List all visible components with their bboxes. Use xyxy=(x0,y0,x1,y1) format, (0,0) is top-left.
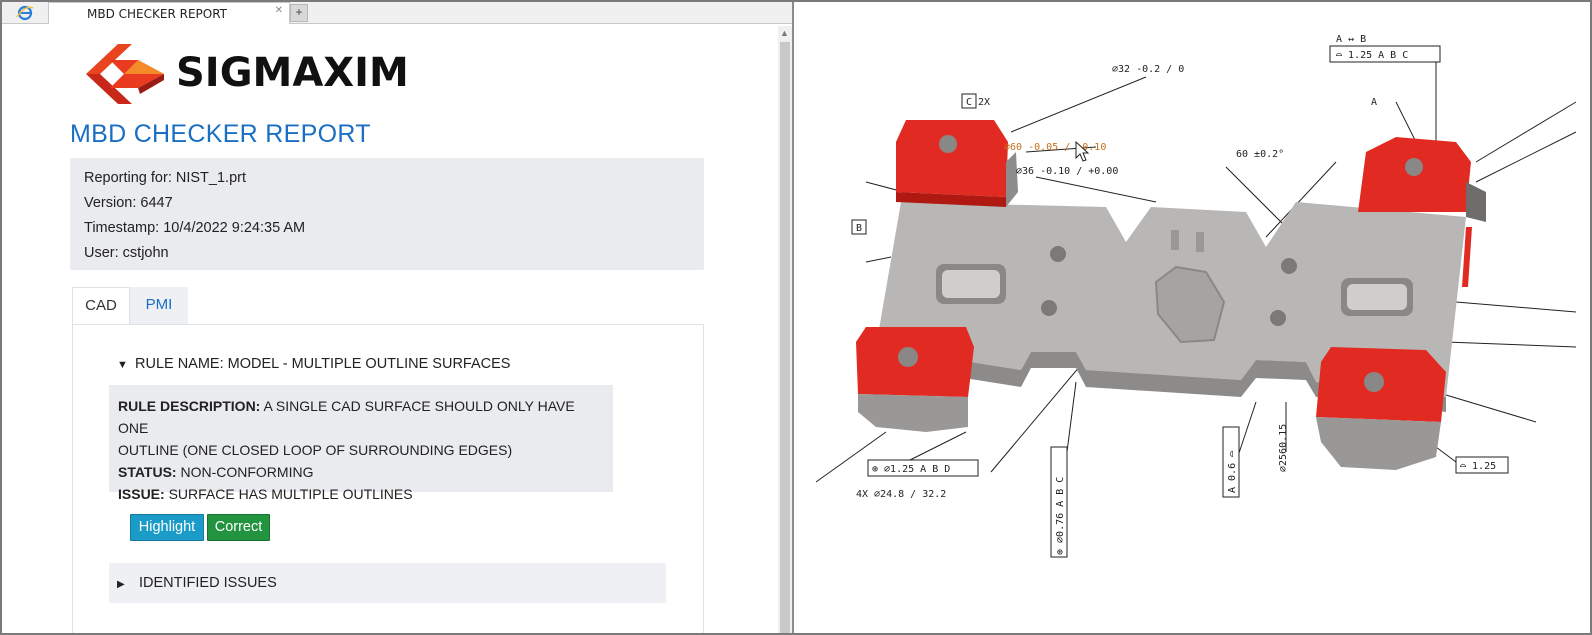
close-tab-icon[interactable]: ✕ xyxy=(275,5,283,16)
report-tabs: CAD PMI xyxy=(72,287,704,325)
annotation-dim-a-b: A ↔ B xyxy=(1336,34,1366,45)
vertical-scrollbar[interactable]: ▲ xyxy=(778,26,792,633)
annotation-dim-32: ∅32 -0.2 / 0 xyxy=(1112,64,1184,75)
rule-description-continued: OUTLINE (ONE CLOSED LOOP OF SURROUNDING … xyxy=(118,442,513,458)
annotation-frame-left: ⊕ ∅1.25 A B D xyxy=(872,464,950,475)
rule-toggle[interactable]: ▼ RULE NAME: MODEL - MULTIPLE OUTLINE SUR… xyxy=(117,356,510,372)
report-browser-pane: MBD CHECKER REPORT ✕ + SIGMAXIM MBD CHEC… xyxy=(2,2,794,633)
annotation-dim-60: 60 ±0.2° xyxy=(1236,149,1284,160)
page-title: MBD CHECKER REPORT xyxy=(70,120,371,148)
status-label: STATUS: xyxy=(118,464,177,480)
report-info-box: Reporting for: NIST_1.prt Version: 6447 … xyxy=(70,158,704,270)
annotation-frame-right: ⌓ 1.25 xyxy=(1460,461,1496,472)
status-text: NON-CONFORMING xyxy=(180,464,314,480)
annotation-label-b: B xyxy=(856,223,862,234)
new-tab-button[interactable]: + xyxy=(290,4,308,22)
identified-issues-toggle[interactable]: ▶ IDENTIFIED ISSUES xyxy=(109,563,666,603)
rule-name: RULE NAME: MODEL - MULTIPLE OUTLINE SURF… xyxy=(135,356,511,372)
correct-button[interactable]: Correct xyxy=(207,514,270,541)
issue-label: ISSUE: xyxy=(118,486,165,502)
annotation-label-c2x: C 2X xyxy=(966,97,990,108)
rule-description: RULE DESCRIPTION: A SINGLE CAD SURFACE S… xyxy=(118,395,604,439)
annotation-frame-top: ⌓ 1.25 A B C xyxy=(1336,50,1408,61)
annotation-dim-15: ∅2560.15 xyxy=(1278,424,1289,472)
rule-description-label: RULE DESCRIPTION: xyxy=(118,398,261,414)
application-frame: MBD CHECKER REPORT ✕ + SIGMAXIM MBD CHEC… xyxy=(2,2,1590,633)
tab-cad[interactable]: CAD xyxy=(72,287,130,325)
logo-text: SIGMAXIM xyxy=(176,50,409,96)
browser-tab-title: MBD CHECKER REPORT xyxy=(87,7,228,21)
browser-icon xyxy=(16,5,34,21)
browser-tab-bar: MBD CHECKER REPORT ✕ + xyxy=(2,2,792,24)
annotation-label-a: A xyxy=(1371,97,1377,108)
sigmaxim-logo: SIGMAXIM xyxy=(84,40,444,108)
rule-issue: ISSUE: SURFACE HAS MULTIPLE OUTLINES xyxy=(118,483,604,505)
cad-part-body xyxy=(856,120,1486,470)
timestamp: Timestamp: 10/4/2022 9:24:35 AM xyxy=(84,220,306,236)
scroll-up-arrow-icon[interactable]: ▲ xyxy=(780,28,789,38)
identified-issues-label: IDENTIFIED ISSUES xyxy=(139,575,277,591)
reporting-for: Reporting for: NIST_1.prt xyxy=(84,170,246,186)
cad-viewport[interactable]: A ↔ B ⌓ 1.25 A B C A C 2X ∅32 -0.2 / 0 ∅… xyxy=(796,2,1590,633)
annotation-dim-left2: ∅36 -0.10 / +0.00 xyxy=(1016,166,1118,177)
rule-details-box: RULE DESCRIPTION: A SINGLE CAD SURFACE S… xyxy=(109,385,613,502)
annotation-dim-4x: 4X ∅24.8 / 32.2 xyxy=(856,489,946,500)
version: Version: 6447 xyxy=(84,195,173,211)
tab-content-panel: ▼ RULE NAME: MODEL - MULTIPLE OUTLINE SUR… xyxy=(72,324,704,633)
issue-text: SURFACE HAS MULTIPLE OUTLINES xyxy=(168,486,413,502)
caret-down-icon: ▼ xyxy=(117,359,128,371)
annotation-frame-a: A 0.6 ⌓ xyxy=(1227,451,1238,493)
highlight-button[interactable]: Highlight xyxy=(130,514,204,541)
user: User: cstjohn xyxy=(84,245,169,261)
tab-pmi[interactable]: PMI xyxy=(130,287,188,324)
cad-model-drawing: A ↔ B ⌓ 1.25 A B C A C 2X ∅32 -0.2 / 0 ∅… xyxy=(815,34,1577,558)
annotation-dim-orange: ∅60 -0.05 / +0.10 xyxy=(1004,142,1106,153)
rule-status: STATUS: NON-CONFORMING xyxy=(118,461,604,483)
caret-right-icon: ▶ xyxy=(117,579,125,590)
browser-tab[interactable]: MBD CHECKER REPORT ✕ xyxy=(48,2,290,24)
scrollbar-thumb[interactable] xyxy=(780,42,790,633)
annotation-frame-bottom: ⊕ ∅0.76 A B C xyxy=(1055,477,1066,555)
logo-mark-icon xyxy=(86,44,164,104)
